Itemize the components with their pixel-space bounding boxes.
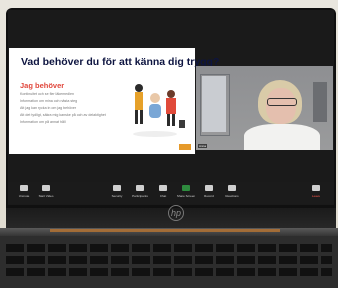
shield-icon	[113, 185, 121, 191]
keyboard-row	[6, 244, 332, 252]
video-camera-icon	[42, 185, 50, 191]
slide-bullet: Att det tydligt, säkra mig kanske på och…	[20, 113, 106, 117]
laptop-keyboard	[0, 236, 338, 288]
share-screen-button[interactable]: Share Screen	[176, 185, 196, 198]
record-icon	[205, 185, 213, 191]
people-illustration-icon	[133, 84, 185, 137]
leave-icon	[312, 185, 320, 191]
keyboard-row	[6, 268, 332, 276]
slide-title: Vad behöver du för att känna dig trygg?	[21, 56, 220, 68]
slide-bullet: Att jag kan rycka in om jag behöver	[20, 106, 77, 110]
participants-button[interactable]: Participants	[130, 185, 150, 198]
participants-icon	[136, 185, 144, 191]
laptop-brand-logo: hp	[168, 205, 184, 221]
chat-icon	[159, 185, 167, 191]
participant-video: Anna	[196, 66, 333, 150]
security-button[interactable]: Security	[107, 185, 127, 198]
slide-bullet: Kontinuitet och se fler läkemedlen	[20, 92, 74, 96]
unmute-button[interactable]: Unmute	[14, 185, 34, 198]
slide-logo	[179, 144, 191, 150]
reactions-button[interactable]: Reactions	[222, 185, 242, 198]
smiley-icon	[228, 185, 236, 191]
video-call-window: Vad behöver du för att känna dig trygg? …	[8, 10, 334, 205]
start-video-button[interactable]: Start Video	[36, 185, 56, 198]
participant-face	[266, 88, 296, 124]
keyboard-row	[6, 256, 332, 264]
slide-bullet: Information om mina och nästa steg	[20, 99, 78, 103]
record-button[interactable]: Record	[199, 185, 219, 198]
participant-name: Anna	[198, 144, 208, 148]
photo-scene: hp Vad behöver du för att känna dig tryg…	[0, 0, 338, 288]
slide-bullet-list: Kontinuitet och se fler läkemedlen Infor…	[20, 92, 112, 127]
laptop-edge-highlight	[50, 229, 280, 232]
shared-slide: Vad behöver du för att känna dig trygg? …	[9, 48, 220, 154]
chat-button[interactable]: Chat	[153, 185, 173, 198]
leave-button[interactable]: Leave	[306, 185, 326, 198]
meeting-toolbar: Unmute Start Video Security Participants…	[8, 182, 334, 204]
share-screen-icon	[182, 185, 190, 191]
slide-subtitle: Jag behöver	[20, 81, 65, 90]
participant-body	[244, 124, 320, 150]
participant-glasses	[267, 98, 297, 106]
microphone-icon	[20, 185, 28, 191]
background-door-panel	[202, 76, 226, 132]
slide-bullet: Information om på annat håll	[20, 120, 66, 124]
background-window	[313, 82, 327, 122]
